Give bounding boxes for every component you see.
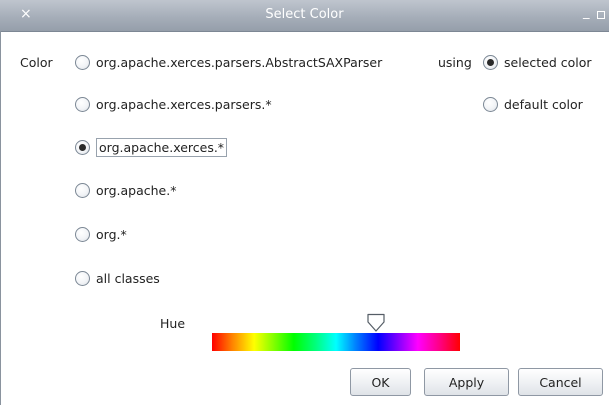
scope-option-apache-package[interactable]: org.apache.*: [75, 180, 176, 200]
radio-button[interactable]: [483, 96, 498, 112]
radio-button[interactable]: [75, 270, 90, 286]
window-title: Select Color: [265, 7, 344, 22]
radio-button[interactable]: [75, 54, 90, 70]
using-option-selected-color[interactable]: selected color: [483, 52, 592, 72]
color-label: Color: [20, 55, 53, 70]
radio-button[interactable]: [75, 226, 90, 242]
scope-option-parsers-package[interactable]: org.apache.xerces.parsers.*: [75, 94, 272, 114]
radio-button-selected[interactable]: [75, 139, 90, 155]
hue-label: Hue: [160, 316, 186, 331]
radio-selected-dot: [79, 143, 86, 151]
radio-button[interactable]: [75, 96, 90, 112]
option-label: all classes: [96, 270, 160, 286]
option-label: org.apache.xerces.parsers.AbstractSAXPar…: [96, 54, 383, 70]
option-label: org.*: [96, 226, 127, 242]
scope-option-all-classes[interactable]: all classes: [75, 268, 160, 288]
radio-button-selected[interactable]: [483, 54, 498, 70]
title-bar: × Select Color _: [0, 0, 609, 32]
option-label: org.apache.xerces.parsers.*: [96, 96, 272, 112]
hue-slider-thumb[interactable]: [366, 313, 386, 333]
option-label: org.apache.xerces.*: [96, 137, 228, 157]
radio-button[interactable]: [75, 182, 90, 198]
hue-slider-track[interactable]: [212, 333, 460, 351]
ok-button[interactable]: OK: [350, 368, 411, 396]
scope-option-org-package[interactable]: org.*: [75, 224, 127, 244]
cancel-button[interactable]: Cancel: [518, 368, 603, 396]
using-option-default-color[interactable]: default color: [483, 94, 583, 114]
option-label: default color: [504, 96, 583, 112]
using-label: using: [438, 55, 472, 70]
maximize-icon[interactable]: [597, 11, 605, 19]
scope-option-xerces-package[interactable]: org.apache.xerces.*: [75, 137, 228, 157]
apply-button[interactable]: Apply: [424, 368, 509, 396]
minimize-icon[interactable]: _: [583, 5, 590, 20]
window-left-border: [0, 31, 1, 405]
option-label: selected color: [504, 54, 592, 70]
scope-option-abstractsaxparser[interactable]: org.apache.xerces.parsers.AbstractSAXPar…: [75, 52, 382, 72]
radio-selected-dot: [487, 58, 494, 66]
option-label: org.apache.*: [96, 182, 177, 198]
